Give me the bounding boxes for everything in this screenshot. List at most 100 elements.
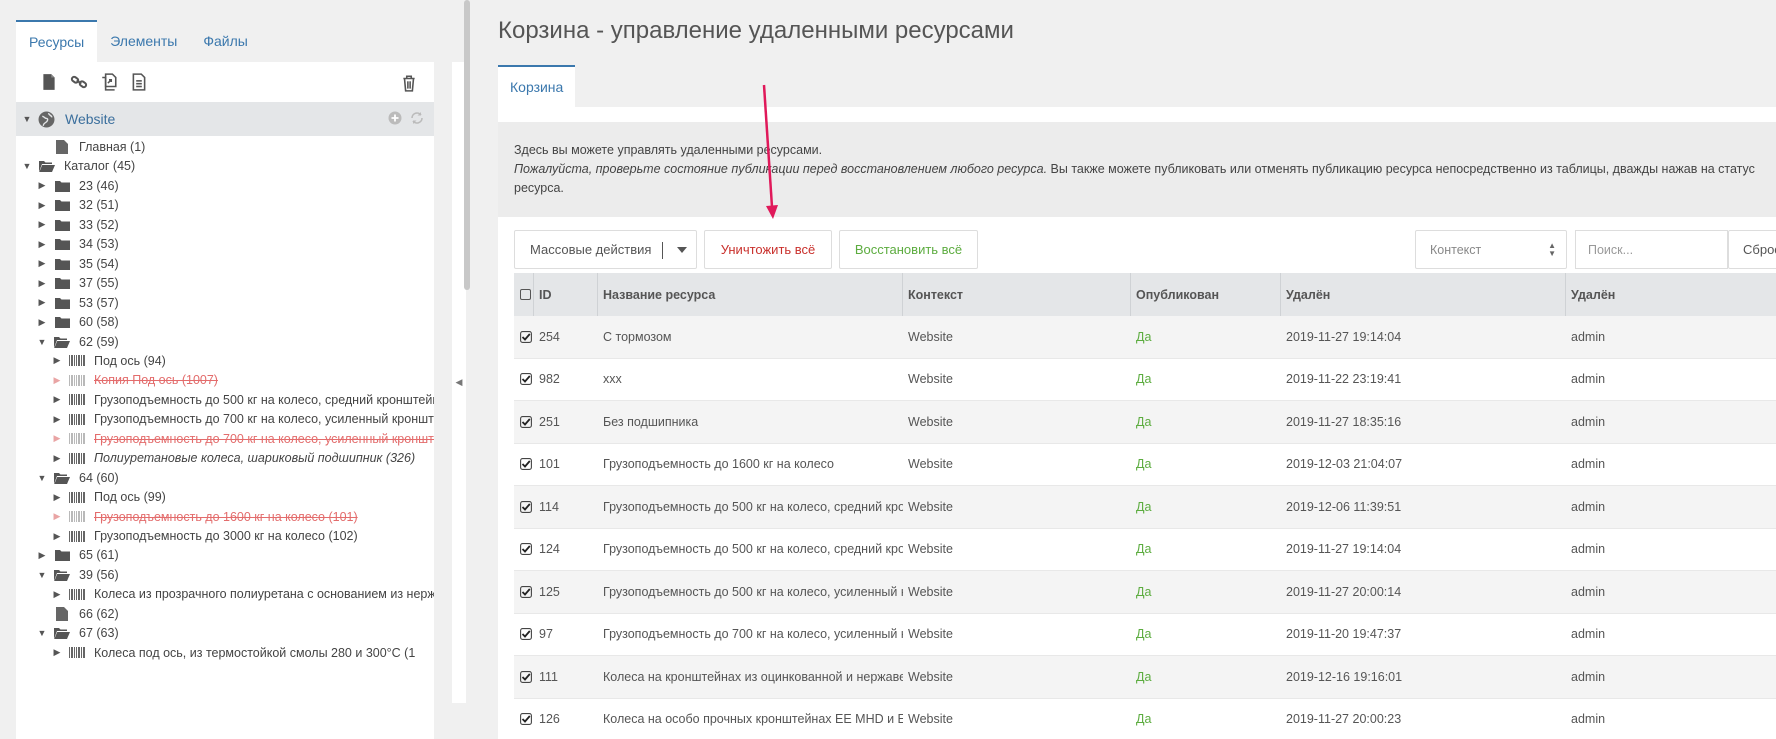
table-row[interactable]: 114 Грузоподъемность до 500 кг на колесо,… (514, 486, 1776, 529)
checkbox-checked-icon[interactable] (520, 628, 532, 641)
caret-right-icon[interactable]: ▶ (52, 511, 62, 522)
checkbox-checked-icon[interactable] (520, 415, 532, 428)
caret-right-icon[interactable]: ▶ (52, 647, 62, 658)
caret-right-icon[interactable]: ▶ (37, 317, 47, 328)
table-row[interactable]: 101 Грузоподъемность до 1600 кг на колесо… (514, 444, 1776, 486)
table-row[interactable]: 111 Колеса на кронштейнах из оцинкованной… (514, 656, 1776, 699)
add-circle-icon[interactable] (388, 111, 402, 125)
column-header-published[interactable]: Опубликован (1131, 273, 1281, 316)
cell-context: Website (908, 584, 953, 599)
caret-right-icon[interactable]: ▶ (52, 589, 62, 600)
caret-right-icon[interactable]: ▶ (52, 394, 62, 405)
tab-elements[interactable]: Элементы (97, 20, 190, 62)
table-row[interactable]: 125 Грузоподъемность до 500 кг на колесо,… (514, 571, 1776, 614)
cell-published[interactable]: Да (1131, 401, 1281, 443)
table-row[interactable]: 254 С тормозом Website Да 2019-11-27 19:14:0… (514, 316, 1776, 359)
static-resource-icon[interactable] (124, 69, 154, 95)
tree-node-label: 23 (46) (79, 178, 119, 193)
new-document-icon[interactable] (34, 69, 64, 95)
resource-tree: Главная (1) ▼ Каталог (45) ▶ 23 (46) ▶ 32 (51)… (16, 136, 434, 739)
checkbox-checked-icon[interactable] (520, 670, 532, 683)
table-row[interactable]: 251 Без подшипника Website Да 2019-11-27 18:… (514, 401, 1776, 444)
caret-right-icon[interactable]: ▶ (37, 550, 47, 561)
bulk-actions-button[interactable]: Массовые действия (514, 230, 697, 269)
row-checkbox[interactable] (514, 614, 534, 656)
symlink-icon[interactable] (94, 69, 124, 95)
caret-right-icon[interactable]: ▶ (52, 414, 62, 425)
folder-icon (53, 238, 71, 251)
row-checkbox[interactable] (514, 529, 534, 571)
cell-published[interactable]: Да (1131, 614, 1281, 656)
caret-right-icon[interactable]: ▶ (52, 375, 62, 386)
weblink-icon[interactable] (64, 69, 94, 95)
caret-down-icon[interactable]: ▼ (22, 161, 32, 171)
collapse-left-icon[interactable]: ◀ (456, 377, 463, 388)
cell-published[interactable]: Да (1131, 699, 1281, 739)
caret-right-icon[interactable]: ▶ (37, 297, 47, 308)
tree-site-root[interactable]: ▼ Website (16, 102, 434, 136)
tree-node[interactable]: ▶ Колеса под ось, из термостойкой смолы 2… (52, 642, 416, 664)
row-checkbox[interactable] (514, 656, 534, 698)
checkbox-checked-icon[interactable] (520, 500, 532, 513)
column-header-deleted-by[interactable]: Удалён (1566, 273, 1776, 316)
row-checkbox[interactable] (514, 359, 534, 401)
cell-published[interactable]: Да (1131, 656, 1281, 698)
table-row[interactable]: 124 Грузоподъемность до 500 кг на колесо,… (514, 529, 1776, 571)
cell-published[interactable]: Да (1131, 571, 1281, 613)
tab-trash[interactable]: Корзина (498, 65, 576, 107)
cell-published[interactable]: Да (1131, 359, 1281, 401)
cell-published[interactable]: Да (1131, 444, 1281, 486)
cell-context: Website (908, 542, 953, 557)
context-select[interactable]: Контекст ▲ ▼ (1415, 230, 1567, 269)
caret-right-icon[interactable]: ▶ (52, 453, 62, 464)
caret-down-icon[interactable]: ▼ (37, 473, 47, 483)
checkbox-checked-icon[interactable] (520, 585, 532, 598)
caret-right-icon[interactable]: ▶ (37, 219, 47, 230)
caret-right-icon[interactable]: ▶ (52, 433, 62, 444)
checkbox-checked-icon[interactable] (520, 373, 532, 386)
table-row[interactable]: 126 Колеса на особо прочных кронштейнах E… (514, 699, 1776, 739)
caret-right-icon[interactable]: ▶ (52, 531, 62, 542)
row-checkbox[interactable] (514, 486, 534, 528)
caret-right-icon[interactable]: ▶ (52, 492, 62, 503)
cell-published[interactable]: Да (1131, 316, 1281, 358)
caret-down-icon[interactable]: ▼ (37, 337, 47, 347)
caret-down-icon[interactable]: ▼ (37, 570, 47, 580)
checkbox-checked-icon[interactable] (520, 543, 532, 556)
row-checkbox[interactable] (514, 316, 534, 358)
column-header-name[interactable]: Название ресурса (598, 273, 903, 316)
checkbox-checked-icon[interactable] (520, 458, 532, 471)
trash-icon[interactable] (394, 70, 424, 96)
refresh-icon[interactable] (410, 111, 424, 125)
column-header-deleted-on[interactable]: Удалён (1281, 273, 1566, 316)
purge-all-button[interactable]: Уничтожить всё (704, 230, 832, 269)
row-checkbox[interactable] (514, 444, 534, 486)
caret-right-icon[interactable]: ▶ (37, 200, 47, 211)
caret-right-icon[interactable]: ▶ (37, 180, 47, 191)
row-checkbox[interactable] (514, 699, 534, 739)
reset-filter-button[interactable]: Сбросить (1728, 230, 1776, 269)
search-input[interactable] (1575, 230, 1728, 269)
caret-right-icon[interactable]: ▶ (52, 355, 62, 366)
caret-right-icon[interactable]: ▶ (37, 258, 47, 269)
caret-down-icon[interactable]: ▼ (37, 628, 47, 638)
checkbox-checked-icon[interactable] (520, 330, 532, 343)
tab-files[interactable]: Файлы (190, 20, 260, 62)
table-row[interactable]: 982 xxx Website Да 2019-11-22 23:19:41 admin (514, 359, 1776, 401)
tab-resources[interactable]: Ресурсы (16, 20, 98, 62)
cell-published[interactable]: Да (1131, 529, 1281, 571)
table-row[interactable]: 97 Грузоподъемность до 700 кг на колесо, … (514, 614, 1776, 656)
checkbox-checked-icon[interactable] (520, 713, 532, 726)
column-header-id[interactable]: ID (534, 273, 598, 316)
column-header-context[interactable]: Контекст (903, 273, 1131, 316)
cell-published[interactable]: Да (1131, 486, 1281, 528)
caret-right-icon[interactable]: ▶ (37, 278, 47, 289)
row-checkbox[interactable] (514, 401, 534, 443)
caret-down-icon[interactable]: ▼ (22, 114, 32, 124)
caret-right-icon[interactable]: ▶ (37, 239, 47, 250)
cell-id: 124 (539, 542, 560, 557)
select-all-checkbox[interactable] (514, 273, 534, 316)
folder-icon (53, 199, 71, 212)
row-checkbox[interactable] (514, 571, 534, 613)
restore-all-button[interactable]: Восстановить всё (839, 230, 978, 269)
